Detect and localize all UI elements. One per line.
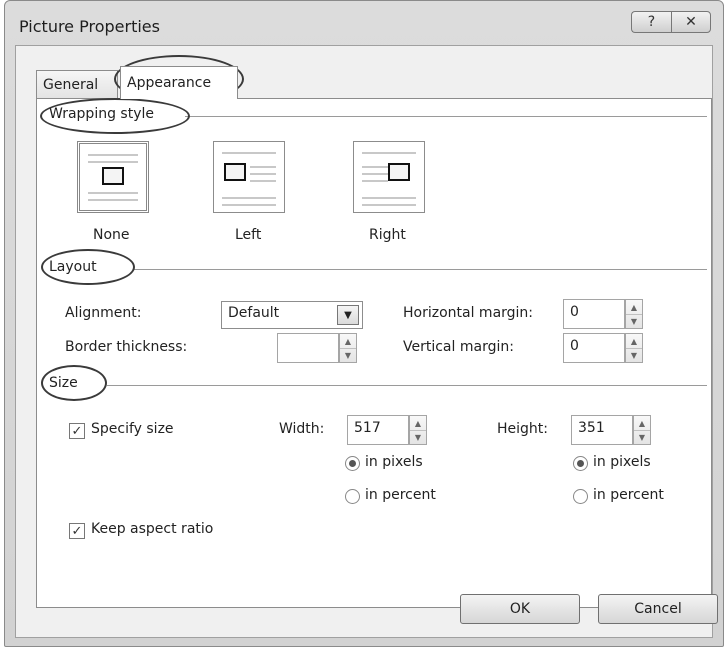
wrap-left-option[interactable]	[213, 141, 285, 213]
alignment-value: Default	[228, 305, 280, 321]
horizontal-margin-label: Horizontal margin:	[403, 305, 534, 321]
specify-size-label: Specify size	[91, 421, 174, 437]
spin-up-icon[interactable]: ▲	[626, 334, 642, 349]
spin-up-icon[interactable]: ▲	[626, 300, 642, 315]
width-input[interactable]: 517	[347, 415, 409, 445]
tab-appearance[interactable]: Appearance	[120, 66, 238, 99]
vertical-margin-spinner[interactable]: ▲ ▼	[625, 333, 643, 363]
dialog-title: Picture Properties	[19, 17, 160, 36]
width-label: Width:	[279, 421, 325, 437]
keep-aspect-ratio-label: Keep aspect ratio	[91, 521, 214, 537]
cancel-button[interactable]: Cancel	[598, 594, 718, 624]
layout-heading: Layout	[47, 259, 99, 275]
wrap-right-label: Right	[369, 227, 406, 243]
checkmark-icon: ✓	[71, 423, 83, 439]
width-in-pixels-label: in pixels	[365, 454, 423, 470]
help-icon: ?	[647, 14, 656, 30]
specify-size-checkbox[interactable]: ✓	[69, 423, 85, 439]
height-spinner[interactable]: ▲ ▼	[633, 415, 651, 445]
border-thickness-label: Border thickness:	[65, 339, 188, 355]
spin-up-icon[interactable]: ▲	[634, 416, 650, 431]
wrap-none-option[interactable]	[77, 141, 149, 213]
wrap-left-label: Left	[235, 227, 262, 243]
alignment-select[interactable]: Default ▼	[221, 301, 363, 329]
height-in-pixels-radio[interactable]	[573, 456, 588, 471]
border-thickness-input[interactable]	[277, 333, 339, 363]
spin-down-icon[interactable]: ▼	[626, 348, 642, 362]
close-icon: ✕	[685, 14, 697, 30]
keep-aspect-ratio-checkbox[interactable]: ✓	[69, 523, 85, 539]
spin-down-icon[interactable]: ▼	[634, 430, 650, 444]
checkmark-icon: ✓	[71, 523, 83, 539]
alignment-label: Alignment:	[65, 305, 142, 321]
appearance-panel: Wrapping style None Left Right Layout Al…	[36, 98, 712, 608]
horizontal-margin-input[interactable]: 0	[563, 299, 625, 329]
height-input[interactable]: 351	[571, 415, 633, 445]
close-button[interactable]: ✕	[671, 11, 711, 33]
horizontal-margin-spinner[interactable]: ▲ ▼	[625, 299, 643, 329]
spin-down-icon[interactable]: ▼	[340, 348, 356, 362]
height-label: Height:	[497, 421, 548, 437]
width-in-percent-label: in percent	[365, 487, 436, 503]
tab-general[interactable]: General	[36, 70, 118, 98]
picture-properties-dialog: Picture Properties ? ✕ General Appearanc…	[4, 0, 724, 647]
image-placeholder-icon	[102, 167, 124, 185]
wrap-right-option[interactable]	[353, 141, 425, 213]
vertical-margin-input[interactable]: 0	[563, 333, 625, 363]
width-spinner[interactable]: ▲ ▼	[409, 415, 427, 445]
wrapping-style-heading: Wrapping style	[47, 106, 156, 122]
divider-line	[133, 269, 707, 270]
dropdown-arrow-icon[interactable]: ▼	[337, 305, 359, 325]
vertical-margin-label: Vertical margin:	[403, 339, 514, 355]
spin-up-icon[interactable]: ▲	[340, 334, 356, 349]
divider-line	[185, 116, 707, 117]
ok-button[interactable]: OK	[460, 594, 580, 624]
spin-up-icon[interactable]: ▲	[410, 416, 426, 431]
title-buttons: ? ✕	[631, 11, 711, 33]
width-in-pixels-radio[interactable]	[345, 456, 360, 471]
width-in-percent-radio[interactable]	[345, 489, 360, 504]
spin-down-icon[interactable]: ▼	[410, 430, 426, 444]
help-button[interactable]: ?	[631, 11, 671, 33]
height-in-percent-radio[interactable]	[573, 489, 588, 504]
height-in-percent-label: in percent	[593, 487, 664, 503]
image-placeholder-icon	[224, 163, 246, 181]
size-heading: Size	[47, 375, 80, 391]
dialog-client-area: General Appearance Wrapping style None L…	[15, 45, 718, 638]
image-placeholder-icon	[388, 163, 410, 181]
border-thickness-spinner[interactable]: ▲ ▼	[339, 333, 357, 363]
divider-line	[107, 385, 707, 386]
height-in-pixels-label: in pixels	[593, 454, 651, 470]
spin-down-icon[interactable]: ▼	[626, 314, 642, 328]
wrap-none-label: None	[93, 227, 130, 243]
